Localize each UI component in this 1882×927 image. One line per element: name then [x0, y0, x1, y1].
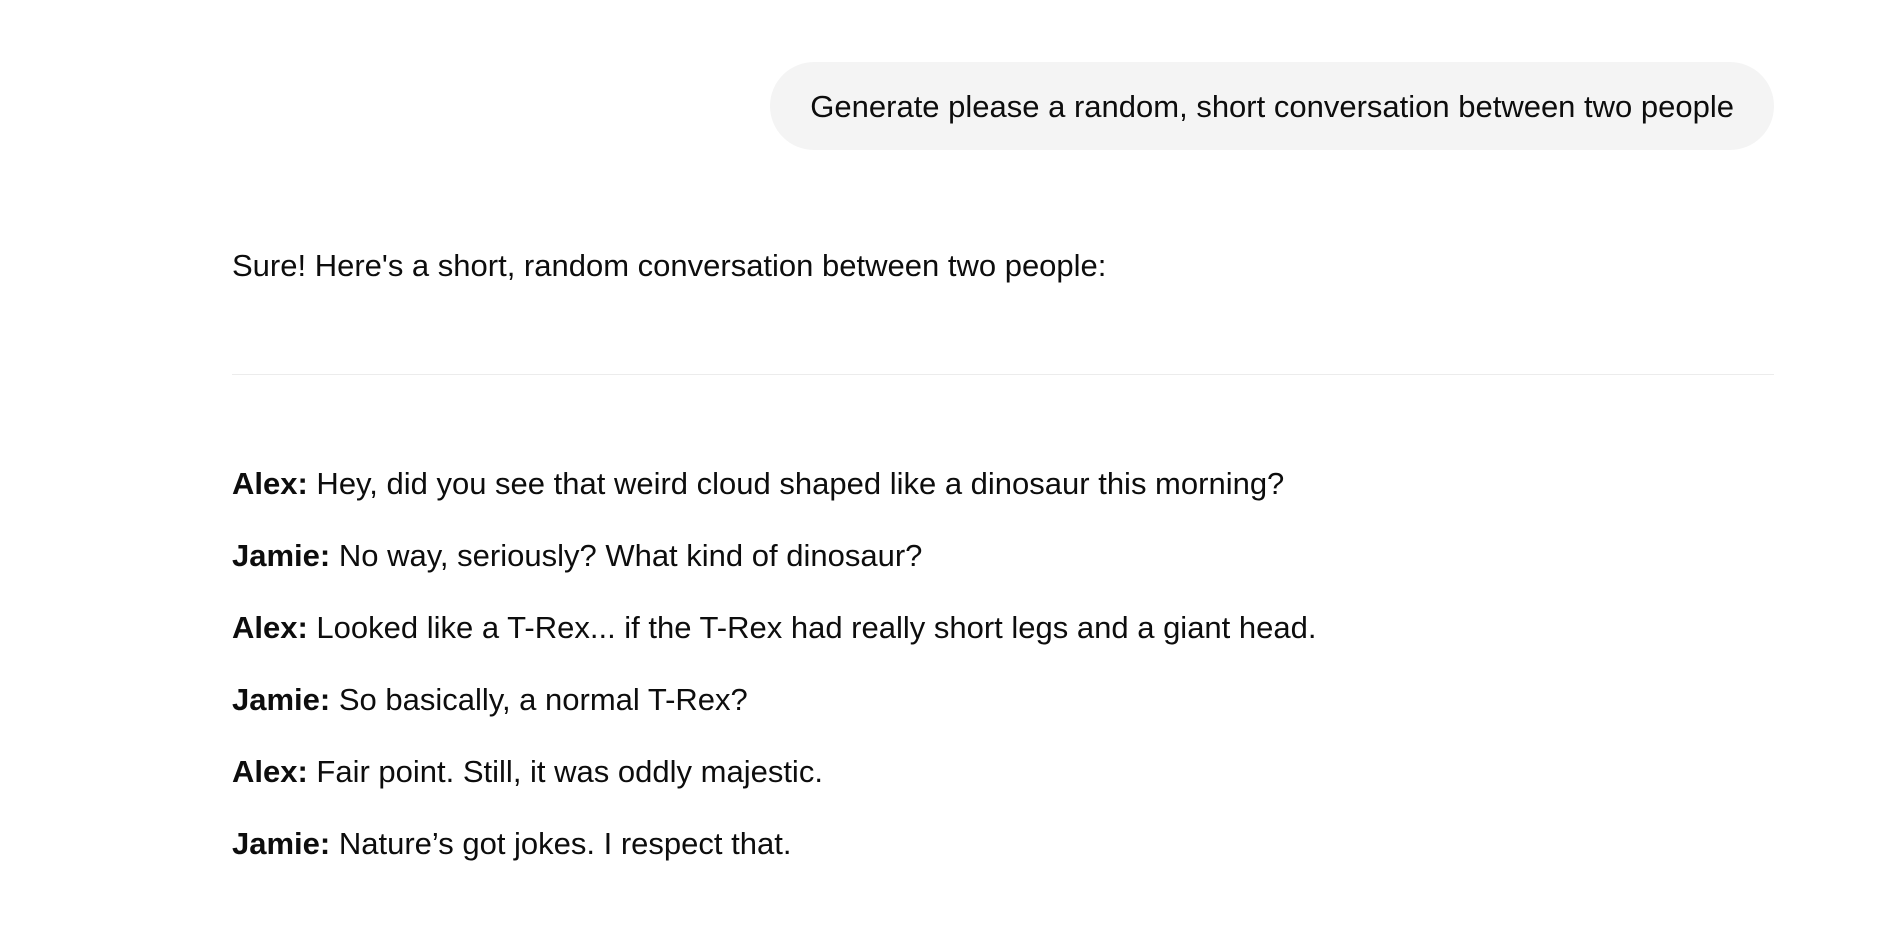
- speaker-name: Jamie:: [232, 538, 331, 573]
- speaker-name: Alex:: [232, 610, 308, 645]
- dialogue-line: Jamie: Nature’s got jokes. I respect tha…: [232, 824, 1316, 864]
- dialogue-line: Jamie: No way, seriously? What kind of d…: [232, 536, 1316, 576]
- dialogue-text: So basically, a normal T-Rex?: [330, 682, 748, 717]
- user-message-bubble: Generate please a random, short conversa…: [770, 62, 1774, 150]
- dialogue-list: Alex: Hey, did you see that weird cloud …: [232, 464, 1316, 896]
- speaker-name: Jamie:: [232, 682, 331, 717]
- dialogue-line: Alex: Hey, did you see that weird cloud …: [232, 464, 1316, 504]
- dialogue-text: Nature’s got jokes. I respect that.: [330, 826, 792, 861]
- dialogue-line: Jamie: So basically, a normal T-Rex?: [232, 680, 1316, 720]
- dialogue-text: Looked like a T-Rex... if the T-Rex had …: [307, 610, 1317, 645]
- speaker-name: Alex:: [232, 466, 308, 501]
- horizontal-divider: [232, 374, 1774, 375]
- speaker-name: Alex:: [232, 754, 308, 789]
- speaker-name: Jamie:: [232, 826, 331, 861]
- user-message-text: Generate please a random, short conversa…: [810, 88, 1734, 124]
- chat-thread: Generate please a random, short conversa…: [0, 0, 1882, 927]
- dialogue-line: Alex: Looked like a T-Rex... if the T-Re…: [232, 608, 1316, 648]
- assistant-intro-text: Sure! Here's a short, random conversatio…: [232, 248, 1107, 283]
- dialogue-text: Hey, did you see that weird cloud shaped…: [307, 466, 1285, 501]
- dialogue-line: Alex: Fair point. Still, it was oddly ma…: [232, 752, 1316, 792]
- dialogue-text: Fair point. Still, it was oddly majestic…: [307, 754, 823, 789]
- dialogue-text: No way, seriously? What kind of dinosaur…: [330, 538, 923, 573]
